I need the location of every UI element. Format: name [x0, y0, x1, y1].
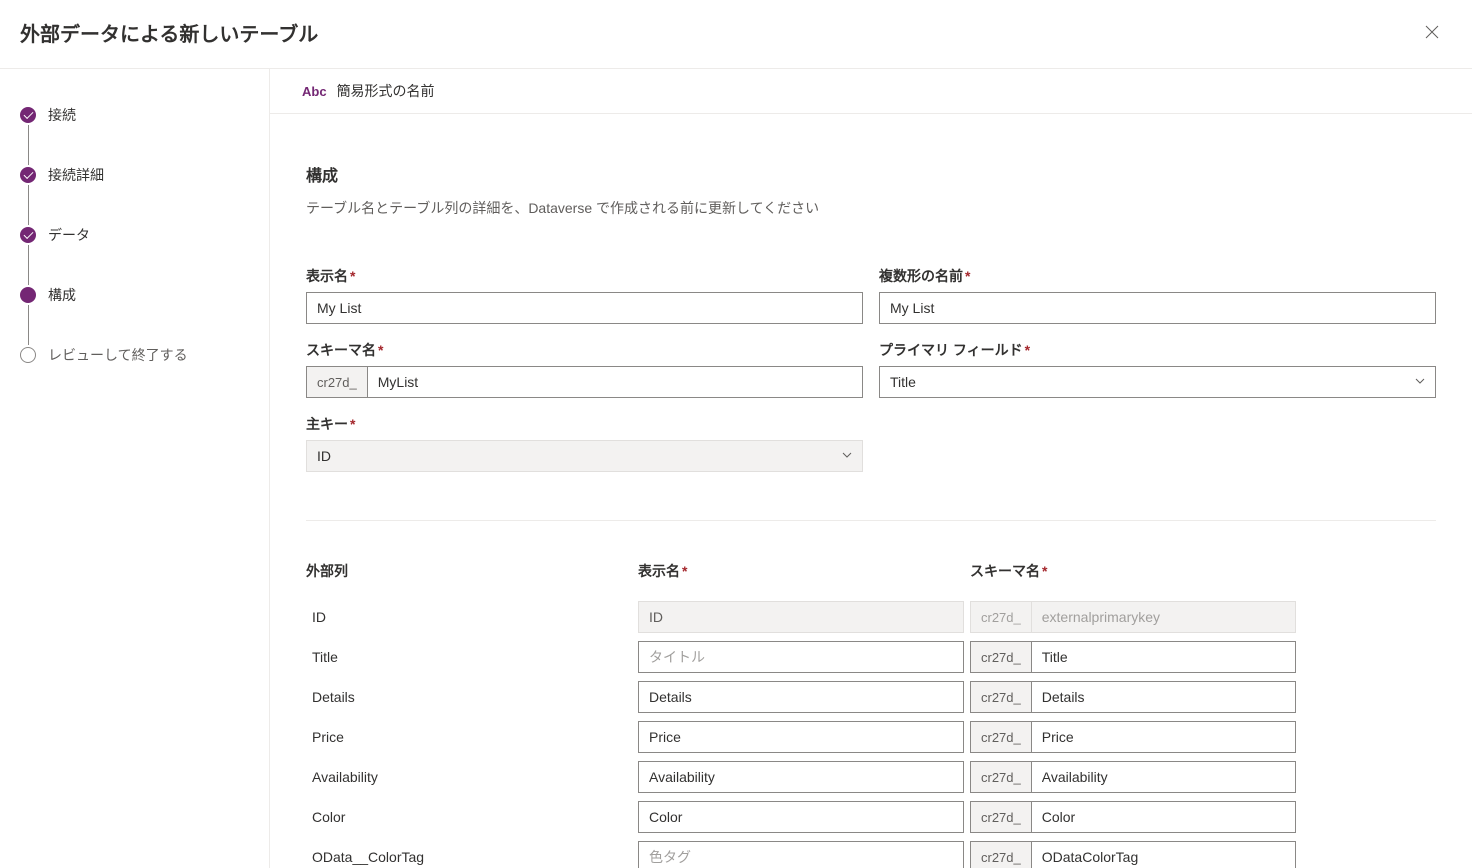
- column-schema-name-input[interactable]: [1031, 721, 1296, 753]
- step-connector: [28, 125, 29, 165]
- column-display-name-input[interactable]: [638, 681, 964, 713]
- current-step-icon: [20, 287, 36, 303]
- main-panel: Abc 簡易形式の名前 構成 テーブル名とテーブル列の詳細を、Dataverse…: [270, 69, 1472, 868]
- column-display-name-input[interactable]: [638, 721, 964, 753]
- wizard-step-label: 接続: [48, 105, 76, 125]
- primary-key-label: 主キー*: [306, 414, 863, 434]
- column-display-name-input[interactable]: [638, 641, 964, 673]
- wizard-step-label: レビューして終了する: [48, 345, 188, 365]
- external-column-name: Color: [306, 809, 632, 825]
- schema-prefix: cr27d_: [970, 641, 1031, 673]
- column-display-name-input: [638, 601, 964, 633]
- section-description: テーブル名とテーブル列の詳細を、Dataverse で作成される前に更新してくだ…: [306, 198, 1436, 218]
- wizard-step[interactable]: 接続詳細: [20, 165, 249, 185]
- schema-prefix: cr27d_: [970, 721, 1031, 753]
- plural-name-input[interactable]: [879, 292, 1436, 324]
- schema-name-input[interactable]: [367, 366, 863, 398]
- wizard-step[interactable]: データ: [20, 225, 249, 245]
- schema-prefix: cr27d_: [970, 681, 1031, 713]
- external-column-name: ID: [306, 609, 632, 625]
- column-schema-name-input[interactable]: [1031, 761, 1296, 793]
- close-icon: [1425, 25, 1439, 39]
- wizard-step[interactable]: レビューして終了する: [20, 345, 249, 365]
- column-display-name-input[interactable]: [638, 801, 964, 833]
- text-type-icon: Abc: [302, 84, 327, 99]
- breadcrumb: Abc 簡易形式の名前: [270, 69, 1472, 114]
- display-name-column-header: 表示名*: [638, 561, 964, 581]
- column-display-name-input[interactable]: [638, 841, 964, 868]
- external-column-name: Availability: [306, 769, 632, 785]
- pending-step-icon: [20, 347, 36, 363]
- check-icon: [20, 107, 36, 123]
- external-column-name: OData__ColorTag: [306, 849, 632, 865]
- section-title: 構成: [306, 162, 1436, 186]
- column-row: Price cr27d_: [306, 721, 1436, 753]
- column-row: Title cr27d_: [306, 641, 1436, 673]
- external-column-name: Details: [306, 689, 632, 705]
- breadcrumb-label: 簡易形式の名前: [337, 81, 435, 101]
- column-row: Details cr27d_: [306, 681, 1436, 713]
- step-connector: [28, 185, 29, 225]
- schema-prefix: cr27d_: [970, 601, 1031, 633]
- wizard-step-label: 構成: [48, 285, 76, 305]
- plural-name-label: 複数形の名前*: [879, 266, 1436, 286]
- schema-name-label: スキーマ名*: [306, 340, 863, 360]
- step-connector: [28, 245, 29, 285]
- divider: [306, 520, 1436, 521]
- wizard-step-label: データ: [48, 225, 90, 245]
- check-icon: [20, 167, 36, 183]
- external-column-name: Price: [306, 729, 632, 745]
- column-schema-name-input: [1031, 601, 1296, 633]
- primary-field-select[interactable]: Title: [879, 366, 1436, 398]
- external-column-header: 外部列: [306, 561, 632, 581]
- column-schema-name-input[interactable]: [1031, 801, 1296, 833]
- display-name-input[interactable]: [306, 292, 863, 324]
- column-schema-name-input[interactable]: [1031, 681, 1296, 713]
- column-row: Color cr27d_: [306, 801, 1436, 833]
- schema-prefix: cr27d_: [970, 761, 1031, 793]
- schema-name-column-header: スキーマ名*: [970, 561, 1296, 581]
- column-schema-name-input[interactable]: [1031, 841, 1296, 868]
- wizard-step[interactable]: 接続: [20, 105, 249, 125]
- column-display-name-input[interactable]: [638, 761, 964, 793]
- wizard-step[interactable]: 構成: [20, 285, 249, 305]
- wizard-step-label: 接続詳細: [48, 165, 104, 185]
- column-schema-name-input[interactable]: [1031, 641, 1296, 673]
- schema-prefix: cr27d_: [970, 841, 1031, 868]
- dialog-title: 外部データによる新しいテーブル: [20, 18, 318, 47]
- primary-key-select: ID: [306, 440, 863, 472]
- wizard-sidebar: 接続接続詳細データ構成レビューして終了する: [0, 69, 270, 868]
- schema-prefix: cr27d_: [970, 801, 1031, 833]
- check-icon: [20, 227, 36, 243]
- step-connector: [28, 305, 29, 345]
- column-row: ID cr27d_: [306, 601, 1436, 633]
- column-row: OData__ColorTag cr27d_: [306, 841, 1436, 868]
- schema-prefix: cr27d_: [306, 366, 367, 398]
- dialog-header: 外部データによる新しいテーブル: [0, 0, 1472, 69]
- primary-field-label: プライマリ フィールド*: [879, 340, 1436, 360]
- display-name-label: 表示名*: [306, 266, 863, 286]
- external-column-name: Title: [306, 649, 632, 665]
- column-row: Availability cr27d_: [306, 761, 1436, 793]
- close-button[interactable]: [1416, 16, 1448, 48]
